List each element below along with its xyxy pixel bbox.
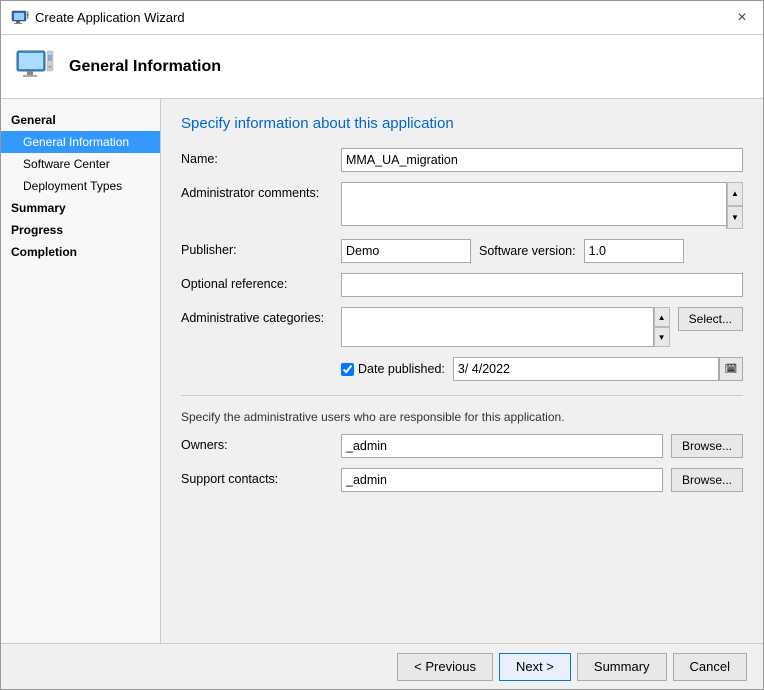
sidebar-item-deployment-types[interactable]: Deployment Types — [1, 175, 160, 197]
select-categories-button[interactable]: Select... — [678, 307, 743, 331]
software-version-input[interactable] — [584, 239, 684, 263]
support-contacts-browse-button[interactable]: Browse... — [671, 468, 743, 492]
admin-categories-field — [341, 307, 670, 347]
owners-control: Browse... — [341, 434, 743, 458]
sidebar-section-general: General — [1, 109, 160, 131]
name-row: Name: — [181, 148, 743, 172]
date-picker-button[interactable]: 🗓 — [719, 357, 743, 381]
dialog-title: Create Application Wizard — [35, 10, 185, 25]
admin-categories-row: Administrative categories: ▲ ▼ Select... — [181, 307, 743, 347]
wizard-footer: < Previous Next > Summary Cancel — [1, 643, 763, 689]
publisher-input[interactable] — [341, 239, 471, 263]
name-control — [341, 148, 743, 172]
section-divider — [181, 395, 743, 396]
cat-scroll-down-btn[interactable]: ▼ — [654, 327, 670, 347]
optional-ref-control — [341, 273, 743, 297]
date-published-checkbox-label: Date published: — [341, 362, 445, 376]
admin-categories-scrollbar: ▲ ▼ — [653, 307, 670, 347]
software-version-label: Software version: — [479, 244, 576, 258]
admin-comments-label: Administrator comments: — [181, 182, 341, 200]
support-contacts-input[interactable] — [341, 468, 663, 492]
owners-label: Owners: — [181, 434, 341, 452]
admin-categories-label: Administrative categories: — [181, 307, 341, 325]
date-published-input[interactable] — [453, 357, 719, 381]
date-input-wrap: 🗓 — [453, 357, 743, 381]
name-label: Name: — [181, 148, 341, 166]
subsection-description: Specify the administrative users who are… — [181, 410, 743, 424]
owners-input[interactable] — [341, 434, 663, 458]
previous-button[interactable]: < Previous — [397, 653, 493, 681]
section-title: Specify information about this applicati… — [181, 115, 743, 132]
support-contacts-row: Support contacts: Browse... — [181, 468, 743, 492]
wizard-body: General General Information Software Cen… — [1, 99, 763, 643]
admin-comments-input[interactable] — [341, 182, 743, 226]
owners-row: Owners: Browse... — [181, 434, 743, 458]
publisher-label: Publisher: — [181, 239, 341, 257]
header-icon — [15, 47, 55, 87]
summary-button[interactable]: Summary — [577, 653, 667, 681]
support-contacts-control: Browse... — [341, 468, 743, 492]
admin-categories-control: ▲ ▼ Select... — [341, 307, 743, 347]
owners-browse-button[interactable]: Browse... — [671, 434, 743, 458]
header-title: General Information — [69, 58, 221, 76]
optional-ref-label: Optional reference: — [181, 273, 341, 291]
scroll-up-btn[interactable]: ▲ — [727, 182, 743, 206]
create-application-wizard-dialog: Create Application Wizard × General Info… — [0, 0, 764, 690]
title-bar: Create Application Wizard × — [1, 1, 763, 35]
support-contacts-label: Support contacts: — [181, 468, 341, 486]
main-content: Specify information about this applicati… — [161, 99, 763, 643]
name-input[interactable] — [341, 148, 743, 172]
sidebar-item-general-information[interactable]: General Information — [1, 131, 160, 153]
sidebar-section-progress: Progress — [1, 219, 160, 241]
sidebar: General General Information Software Cen… — [1, 99, 161, 643]
wizard-header: General Information — [1, 35, 763, 99]
wizard-icon — [11, 9, 29, 27]
date-published-label: Date published: — [358, 362, 445, 376]
scroll-down-btn[interactable]: ▼ — [727, 206, 743, 230]
optional-ref-input[interactable] — [341, 273, 743, 297]
close-button[interactable]: × — [731, 7, 753, 29]
date-published-checkbox[interactable] — [341, 363, 354, 376]
next-button[interactable]: Next > — [499, 653, 571, 681]
sidebar-item-software-center[interactable]: Software Center — [1, 153, 160, 175]
publisher-control: Software version: — [341, 239, 743, 263]
admin-categories-field-wrap: ▲ ▼ — [341, 307, 670, 347]
publisher-row: Publisher: Software version: — [181, 239, 743, 263]
title-bar-left: Create Application Wizard — [11, 9, 185, 27]
sidebar-section-summary: Summary — [1, 197, 160, 219]
date-published-control: Date published: 🗓 — [341, 357, 743, 381]
admin-comments-row: Administrator comments: ▲ ▼ — [181, 182, 743, 229]
cat-scroll-up-btn[interactable]: ▲ — [654, 307, 670, 327]
date-published-row: Date published: 🗓 — [181, 357, 743, 381]
date-published-label-empty — [181, 357, 341, 361]
cancel-button[interactable]: Cancel — [673, 653, 747, 681]
admin-comments-wrap: ▲ ▼ — [341, 182, 743, 229]
optional-ref-row: Optional reference: — [181, 273, 743, 297]
sidebar-section-completion: Completion — [1, 241, 160, 263]
admin-comments-scrollbar: ▲ ▼ — [726, 182, 743, 229]
